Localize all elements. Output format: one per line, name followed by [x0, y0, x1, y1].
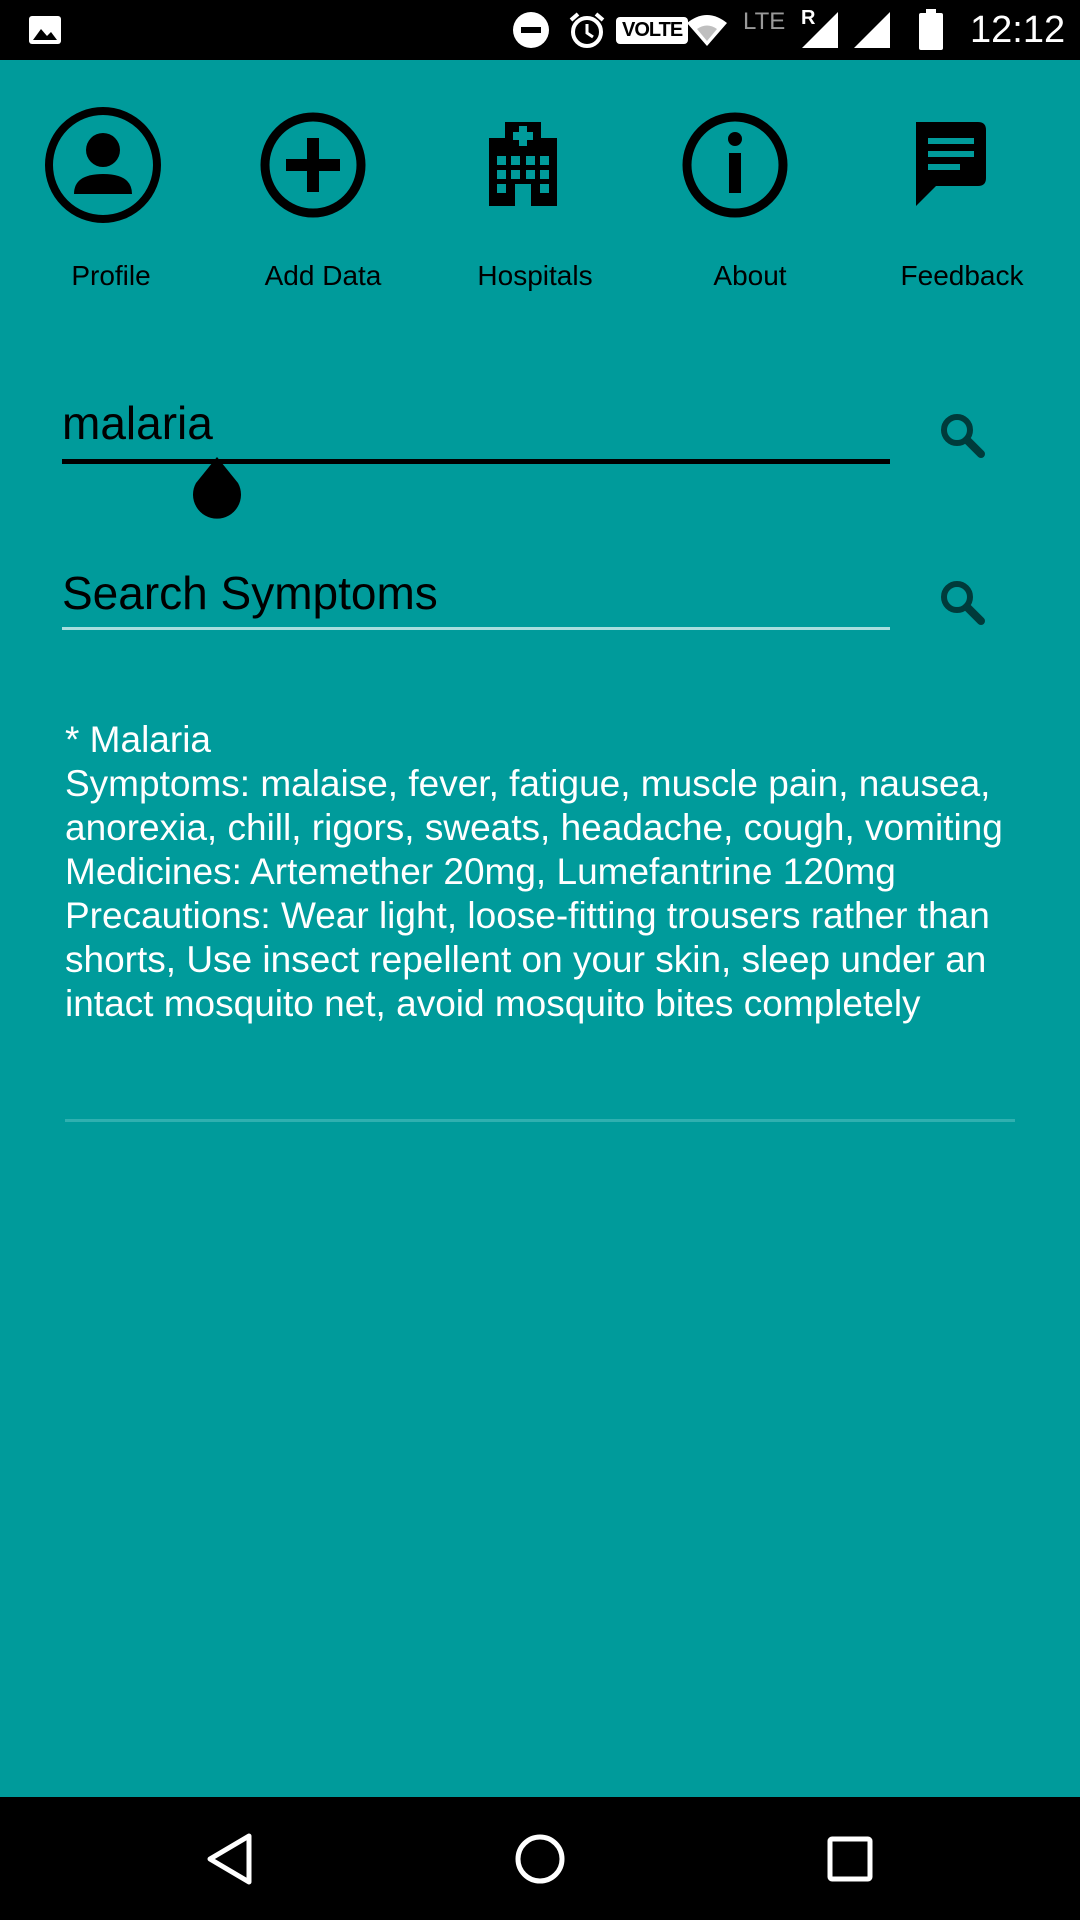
- input-underline: [62, 459, 890, 464]
- nav-label-feedback: Feedback: [900, 260, 1024, 291]
- profile-icon: [45, 100, 188, 230]
- nav-label-add-data: Add Data: [264, 260, 382, 291]
- add-circle-icon: [260, 100, 398, 230]
- lte-label: LTE: [743, 8, 786, 35]
- info-icon: [682, 100, 820, 230]
- home-icon: [515, 1834, 565, 1883]
- result-symptoms: Symptoms: malaise, fever, fatigue, muscl…: [65, 763, 1003, 848]
- signal-icon: [852, 0, 892, 60]
- recents-icon: [827, 1836, 873, 1881]
- text-cursor-handle[interactable]: [190, 455, 244, 519]
- nav-label-profile: Profile: [71, 260, 151, 291]
- disease-search-value: malaria: [62, 397, 213, 449]
- recents-button[interactable]: [827, 1797, 873, 1920]
- battery-icon: [918, 0, 944, 60]
- system-nav-bar: [0, 1797, 1080, 1920]
- disease-search-button[interactable]: [937, 410, 987, 460]
- nav-hospitals[interactable]: Hospitals: [438, 100, 618, 300]
- nav-label-hospitals: Hospitals: [477, 260, 593, 291]
- signal-icon: [800, 0, 840, 60]
- result-title: * Malaria: [65, 719, 211, 760]
- disease-search-input[interactable]: malaria: [62, 395, 890, 465]
- symptom-search-input[interactable]: Search Symptoms: [62, 565, 890, 635]
- symptom-search-button[interactable]: [937, 577, 987, 627]
- search-icon: [941, 581, 985, 625]
- back-button[interactable]: [205, 1797, 255, 1920]
- result-divider: [65, 1119, 1015, 1122]
- input-underline: [62, 627, 890, 630]
- image-icon: [28, 0, 62, 60]
- nav-feedback[interactable]: Feedback: [862, 100, 1042, 300]
- nav-add-data[interactable]: Add Data: [228, 100, 408, 300]
- wifi-icon: [686, 0, 728, 60]
- symptom-search-placeholder: Search Symptoms: [62, 567, 438, 619]
- nav-label-about: About: [713, 260, 787, 291]
- home-button[interactable]: [514, 1797, 566, 1920]
- nav-about[interactable]: About: [650, 100, 830, 300]
- nav-profile[interactable]: Profile: [18, 100, 198, 300]
- result-precautions: Precautions: Wear light, loose-fitting t…: [65, 895, 990, 1024]
- hospital-icon: [478, 100, 608, 230]
- result-item[interactable]: * Malaria Symptoms: malaise, fever, fati…: [65, 718, 1015, 1026]
- status-bar: VOLTE LTE R 12:12: [0, 0, 1080, 60]
- search-icon: [941, 414, 985, 458]
- back-icon: [207, 1833, 252, 1884]
- volte-badge: VOLTE: [616, 16, 689, 44]
- feedback-icon: [902, 100, 1032, 230]
- dnd-icon: [512, 0, 550, 60]
- alarm-icon: [568, 0, 606, 60]
- result-medicines: Medicines: Artemether 20mg, Lumefantrine…: [65, 851, 896, 892]
- status-time: 12:12: [970, 8, 1066, 51]
